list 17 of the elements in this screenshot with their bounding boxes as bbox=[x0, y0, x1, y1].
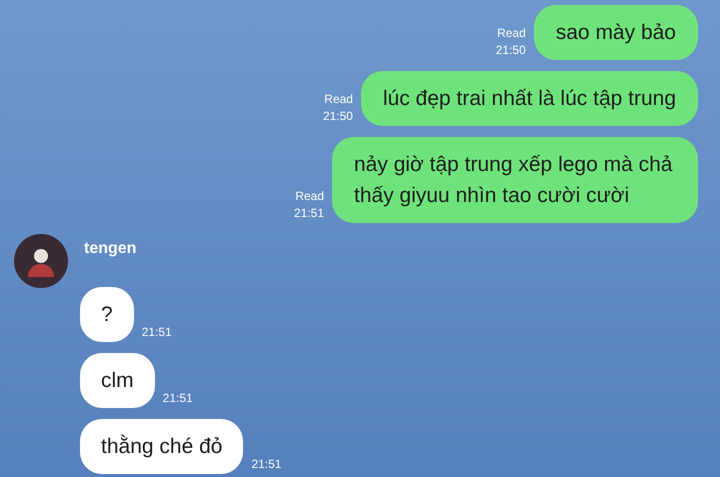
message-time: 21:51 bbox=[294, 205, 324, 222]
sender-name: tengen bbox=[84, 239, 136, 259]
message-time: 21:51 bbox=[251, 456, 282, 473]
message-bubble: clm bbox=[80, 353, 155, 408]
read-receipt: Read bbox=[497, 25, 526, 42]
avatar[interactable] bbox=[14, 234, 68, 288]
message-time: 21:51 bbox=[142, 324, 172, 341]
read-receipt: Read bbox=[324, 91, 353, 108]
read-receipt: Read bbox=[295, 188, 324, 205]
message-bubble: nảy giờ tập trung xếp lego mà chả thấy giyuu nhìn tao cười cười bbox=[332, 137, 698, 223]
message-bubble: sao mày bảo bbox=[534, 5, 698, 60]
message-time: 21:50 bbox=[496, 42, 526, 59]
message-time: 21:51 bbox=[162, 390, 193, 407]
message-time: 21:50 bbox=[322, 108, 353, 125]
message-bubble: ? bbox=[80, 287, 134, 342]
message-bubble: lúc đẹp trai nhất là lúc tập trung bbox=[360, 71, 698, 126]
message-bubble: thằng ché đỏ bbox=[80, 419, 244, 474]
